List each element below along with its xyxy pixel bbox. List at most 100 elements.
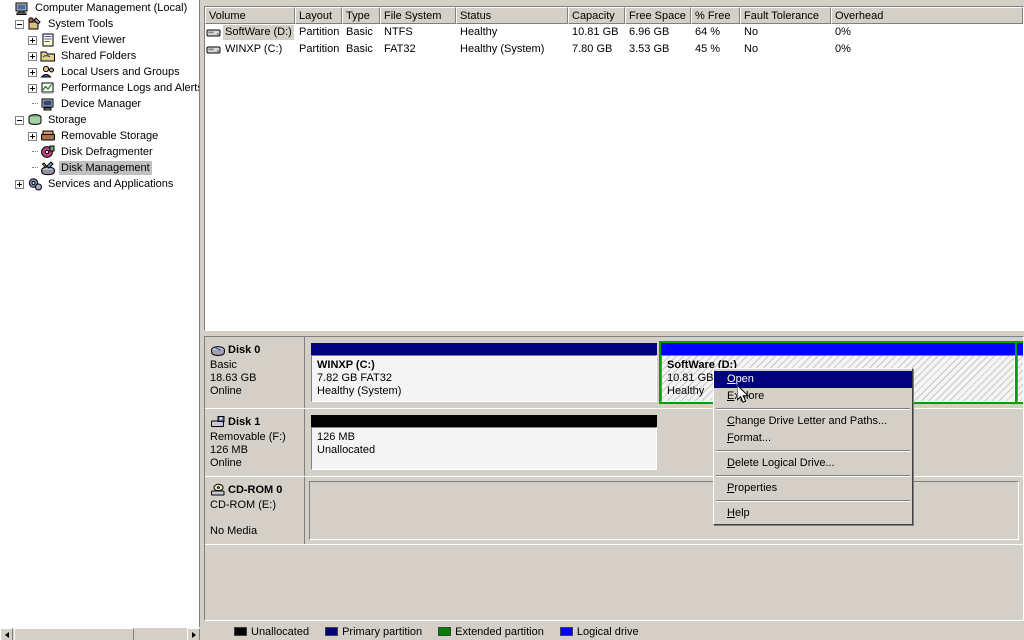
disk-title: Disk 0 [210,342,300,358]
disk-detail-line: 18.63 GB [210,372,257,384]
tree-item-disk-defragmenter[interactable]: Disk Defragmenter [0,144,199,160]
volume-cell: Healthy [460,26,498,38]
tree-item-removable-storage[interactable]: Removable Storage [0,128,199,144]
disk-name-label: Disk 0 [228,344,261,356]
menu-item-help[interactable]: Help [714,505,912,522]
menu-separator [716,450,910,452]
partition-detail-body: 126 MB Unallocated [311,427,657,470]
expand-plus-icon[interactable] [15,179,24,189]
menu-separator [716,408,910,410]
menu-item-open[interactable]: Open [714,371,912,388]
volume-cell: No [744,26,759,38]
volume-cell: Partition [299,26,340,38]
tree-item-event-viewer[interactable]: Event Viewer [0,32,199,48]
disk-detail-line: Online [210,385,242,397]
tree-indent-guide [28,96,40,112]
menu-item-delete-logical-drive[interactable]: Delete Logical Drive... [714,455,912,472]
removable-disk-icon [210,414,226,430]
scroll-left-button[interactable] [0,628,13,640]
partition-detail-line: 126 MB [317,431,355,443]
menu-item-properties[interactable]: Properties [714,480,912,497]
partition-band[interactable]: WINXP (C:) 7.82 GB FAT32 Healthy (System) [309,341,659,404]
volume-row[interactable]: WINXP (C:) Partition Basic FAT32 Healthy (Sy… [205,41,1023,58]
volume-drive-icon [206,42,222,58]
volume-cell: 7.80 GB [572,43,613,55]
cdrom-icon [210,482,226,498]
disk-name-label: Disk 1 [228,416,261,428]
tree-item-shared-folders[interactable]: Shared Folders [0,48,199,64]
menu-item-format[interactable]: Format... [714,430,912,447]
volume-cell: Basic [346,43,373,55]
volume-name-label: SoftWare (D:) [223,25,294,40]
accelerator-char: H [727,507,735,519]
volume-cell: NTFS [384,26,413,38]
column-header-fault-tolerance[interactable]: Fault Tolerance [740,7,831,24]
column-header-capacity[interactable]: Capacity [568,7,625,24]
console-tree-pane[interactable]: Computer Management (Local) System Tools E… [0,0,200,627]
disk-legend: Unallocated Primary partition Extended par… [204,623,1024,640]
column-header-volume[interactable]: Volume [205,7,295,24]
volume-list-header[interactable]: Volume Layout Type File System Status Capacit… [205,7,1023,24]
tree-item-performance-logs-and-alerts[interactable]: Performance Logs and Alerts [0,80,199,96]
volume-cell: 10.81 GB [572,26,619,38]
volume-cell: 3.53 GB [629,43,670,55]
tree-horizontal-scrollbar[interactable] [0,627,200,640]
tree-item-computer-management-local[interactable]: Computer Management (Local) [0,0,199,16]
disk-name-label: CD-ROM 0 [228,484,283,496]
collapse-minus-icon[interactable] [15,115,24,125]
collapse-minus-icon[interactable] [15,19,24,29]
tree-item-storage[interactable]: Storage [0,112,199,128]
disk-detail-line [210,512,300,525]
volume-list[interactable]: Volume Layout Type File System Status Capacit… [204,6,1024,331]
tree-item-label: Event Viewer [61,34,126,46]
tree-item-label: Shared Folders [61,50,137,62]
tree-item-system-tools[interactable]: System Tools [0,16,199,32]
removable-storage-icon [40,128,56,144]
column-header-free-space[interactable]: Free Space [625,7,691,24]
disk-info-panel[interactable]: CD-ROM 0 CD-ROM (E:) No Media [205,477,305,544]
disk-info-panel[interactable]: Disk 0 Basic 18.63 GB Online [205,337,305,408]
disk-info-panel[interactable]: Disk 1 Removable (F:) 126 MB Online [205,409,305,476]
partition-detail-body: WINXP (C:) 7.82 GB FAT32 Healthy (System) [311,355,657,402]
tree-item-disk-management[interactable]: Disk Management [0,160,199,176]
partition-free-extent[interactable] [1017,341,1023,404]
expand-plus-icon[interactable] [28,131,37,141]
disk-detail-line: Removable (F:) [210,431,286,443]
partition-color-bar [311,343,657,355]
tree-item-device-manager[interactable]: Device Manager [0,96,199,112]
legend-swatch [438,627,452,636]
accelerator-char: O [727,373,736,385]
column-header-layout[interactable]: Layout [295,7,342,24]
column-header-overhead[interactable]: Overhead [831,7,1023,24]
volume-row[interactable]: SoftWare (D:) Partition Basic NTFS Healthy 10… [205,24,1023,41]
menu-item-explore[interactable]: Explore [714,388,912,405]
scroll-thumb[interactable] [14,628,134,640]
services-icon [27,176,43,192]
legend-item: Extended partition [438,626,544,638]
system-tools-icon [27,16,43,32]
column-header-file-system[interactable]: File System [380,7,456,24]
accelerator-char: C [727,415,735,427]
tree-item-services-and-applications[interactable]: Services and Applications [0,176,199,192]
tree-item-label: Disk Defragmenter [61,146,153,158]
disk-management-icon [40,160,56,176]
expand-plus-icon[interactable] [28,83,37,93]
local-users-icon [40,64,56,80]
scroll-right-button[interactable] [187,628,200,640]
expand-plus-icon[interactable] [28,35,37,45]
disk-title: Disk 1 [210,414,300,430]
accelerator-char: F [727,432,734,444]
column-header-status[interactable]: Status [456,7,568,24]
tree-item-local-users-and-groups[interactable]: Local Users and Groups [0,64,199,80]
expand-plus-icon[interactable] [28,67,37,77]
partition-band[interactable]: 126 MB Unallocated [309,413,659,472]
disk-management-pane: Volume Layout Type File System Status Capacit… [201,0,1024,640]
column-header-free[interactable]: % Free [691,7,740,24]
volume-cell: Healthy (System) [460,43,545,55]
expand-plus-icon[interactable] [28,51,37,61]
column-header-type[interactable]: Type [342,7,380,24]
partition-context-menu[interactable]: Open Explore Change Drive Letter and Paths… [713,368,913,525]
menu-item-change-drive-letter-and-paths[interactable]: Change Drive Letter and Paths... [714,413,912,430]
legend-label: Unallocated [251,625,310,638]
volume-list-body[interactable]: SoftWare (D:) Partition Basic NTFS Healthy 10… [205,24,1023,58]
